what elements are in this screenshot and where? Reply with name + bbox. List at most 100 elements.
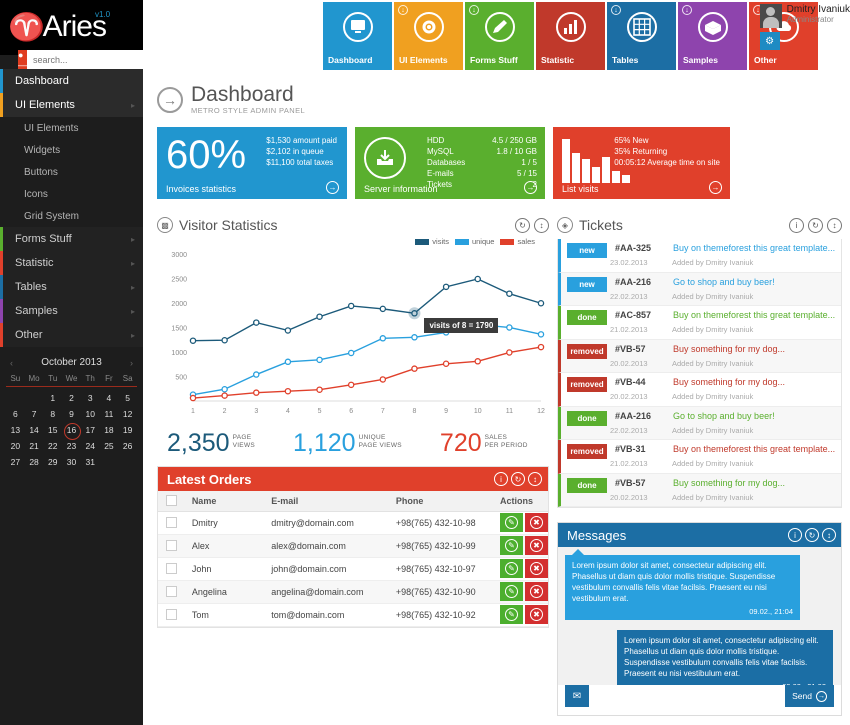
user-profile[interactable]: Dmitry Ivaniuk Administrator ⚙ bbox=[759, 4, 850, 50]
ticket-item[interactable]: removed #VB-31 Buy on themeforest this gre… bbox=[558, 440, 841, 474]
arrow-right-icon[interactable]: → bbox=[709, 181, 722, 194]
visits-widget[interactable]: 65% New 35% Returning 00:05:12 Average t… bbox=[553, 127, 730, 199]
calendar-day[interactable]: 23 bbox=[62, 438, 81, 454]
sidebar-item-ui-elements[interactable]: UI Elements ▸ bbox=[0, 93, 143, 117]
table-row[interactable]: Alex alex@domain.com +98(765) 432-10-99 ✎ ✖ bbox=[158, 534, 548, 558]
ticket-item[interactable]: new #AA-325 Buy on themeforest this great … bbox=[558, 239, 841, 273]
delete-row-button[interactable]: ✖ bbox=[525, 582, 548, 601]
message-input[interactable] bbox=[589, 685, 786, 707]
edit-row-button[interactable]: ✎ bbox=[500, 513, 523, 532]
sidebar-item-dashboard[interactable]: Dashboard bbox=[0, 69, 143, 93]
delete-row-button[interactable]: ✖ bbox=[525, 559, 548, 578]
sidebar-item-samples[interactable]: Samples ▸ bbox=[0, 299, 143, 323]
settings-gear-icon[interactable]: ⚙ bbox=[759, 32, 780, 50]
calendar-next-button[interactable]: › bbox=[130, 358, 133, 368]
calendar-day[interactable]: 13 bbox=[6, 422, 25, 438]
calendar-day[interactable]: 28 bbox=[25, 454, 44, 470]
sidebar-subitem-widgets[interactable]: Widgets bbox=[0, 139, 143, 161]
refresh-icon[interactable]: ↻ bbox=[808, 217, 823, 233]
info-icon[interactable]: i bbox=[788, 528, 802, 542]
select-all-checkbox[interactable] bbox=[166, 495, 177, 507]
ticket-item[interactable]: done #AC-857 Buy on themeforest this great… bbox=[558, 306, 841, 340]
send-button[interactable]: Send → bbox=[785, 685, 834, 707]
edit-row-button[interactable]: ✎ bbox=[500, 582, 523, 601]
ticket-text[interactable]: Buy something for my dog... bbox=[673, 478, 785, 488]
calendar-day[interactable]: 18 bbox=[100, 422, 119, 438]
info-icon[interactable]: i bbox=[789, 217, 804, 233]
ticket-text[interactable]: Buy on themeforest this great template..… bbox=[673, 243, 835, 253]
refresh-icon[interactable]: ↻ bbox=[511, 472, 525, 486]
calendar-day[interactable]: 12 bbox=[118, 406, 137, 422]
ticket-text[interactable]: Go to shop and buy beer! bbox=[673, 277, 775, 287]
ticket-item[interactable]: removed #VB-44 Buy something for my dog...… bbox=[558, 373, 841, 407]
sidebar-item-tables[interactable]: Tables ▸ bbox=[0, 275, 143, 299]
calendar-prev-button[interactable]: ‹ bbox=[10, 358, 13, 368]
sidebar-item-forms-stuff[interactable]: Forms Stuff ▸ bbox=[0, 227, 143, 251]
collapse-icon[interactable]: ↕ bbox=[528, 472, 542, 486]
delete-row-button[interactable]: ✖ bbox=[525, 605, 548, 624]
ticket-text[interactable]: Buy something for my dog... bbox=[673, 377, 785, 387]
search-icon[interactable]: ●— bbox=[18, 50, 27, 70]
table-row[interactable]: Angelina angelina@domain.com +98(765) 432-… bbox=[158, 580, 548, 604]
calendar-day[interactable]: 24 bbox=[81, 438, 100, 454]
edit-row-button[interactable]: ✎ bbox=[500, 559, 523, 578]
top-tile-statistic[interactable]: Statistic bbox=[536, 2, 605, 70]
calendar-day[interactable]: 17 bbox=[81, 422, 100, 438]
sidebar-subitem-grid-system[interactable]: Grid System bbox=[0, 205, 143, 227]
search-input[interactable] bbox=[27, 50, 156, 70]
sidebar-item-other[interactable]: Other ▸ bbox=[0, 323, 143, 347]
ticket-item[interactable]: done #AA-216 Go to shop and buy beer! 22.02… bbox=[558, 406, 841, 440]
ticket-text[interactable]: Go to shop and buy beer! bbox=[673, 411, 775, 421]
calendar-day[interactable]: 1 bbox=[43, 390, 62, 406]
row-checkbox[interactable] bbox=[166, 540, 177, 551]
top-tile-samples[interactable]: ↓ Samples bbox=[678, 2, 747, 70]
calendar-day[interactable]: 8 bbox=[43, 406, 62, 422]
invoices-widget[interactable]: 60% $1,530 amount paid $2,102 in queue $… bbox=[157, 127, 347, 199]
row-checkbox[interactable] bbox=[166, 517, 177, 528]
ticket-item[interactable]: done #VB-57 Buy something for my dog... 20.… bbox=[558, 473, 841, 507]
row-checkbox[interactable] bbox=[166, 609, 177, 620]
collapse-icon[interactable]: ↕ bbox=[822, 528, 836, 542]
calendar-day[interactable]: 21 bbox=[25, 438, 44, 454]
edit-row-button[interactable]: ✎ bbox=[500, 605, 523, 624]
calendar-day[interactable]: 6 bbox=[6, 406, 25, 422]
server-widget[interactable]: HDD 4.5 / 250 GB MySQL 1.8 / 10 GB Databas… bbox=[355, 127, 545, 199]
delete-row-button[interactable]: ✖ bbox=[525, 513, 548, 532]
sidebar-subitem-buttons[interactable]: Buttons bbox=[0, 161, 143, 183]
calendar-day[interactable]: 7 bbox=[25, 406, 44, 422]
ticket-text[interactable]: Buy something for my dog... bbox=[673, 344, 785, 354]
calendar-day[interactable]: 29 bbox=[43, 454, 62, 470]
arrow-right-icon[interactable]: → bbox=[326, 181, 339, 194]
sidebar-subitem-ui-elements[interactable]: UI Elements bbox=[0, 117, 143, 139]
ticket-text[interactable]: Buy on themeforest this great template..… bbox=[673, 444, 835, 454]
calendar-day[interactable]: 3 bbox=[81, 390, 100, 406]
calendar-day[interactable]: 30 bbox=[62, 454, 81, 470]
collapse-icon[interactable]: ↕ bbox=[827, 217, 842, 233]
envelope-icon[interactable]: ✉ bbox=[565, 685, 589, 707]
table-row[interactable]: Tom tom@domain.com +98(765) 432-10-92 ✎ ✖ bbox=[158, 603, 548, 627]
calendar-day[interactable]: 15 bbox=[43, 422, 62, 438]
refresh-icon[interactable]: ↻ bbox=[805, 528, 819, 542]
calendar-day[interactable]: 10 bbox=[81, 406, 100, 422]
calendar-day[interactable]: 14 bbox=[25, 422, 44, 438]
calendar-day[interactable]: 4 bbox=[100, 390, 119, 406]
calendar-day[interactable]: 16 bbox=[62, 422, 81, 440]
row-checkbox[interactable] bbox=[166, 563, 177, 574]
visitor-chart[interactable]: 500 1000 1500 2000 2500 3000 1 2 3 4 5 6 7 8 9 10 11 12 v… bbox=[157, 248, 549, 423]
info-icon[interactable]: i bbox=[494, 472, 508, 486]
calendar-day[interactable]: 25 bbox=[100, 438, 119, 454]
calendar-day[interactable]: 2 bbox=[62, 390, 81, 406]
edit-row-button[interactable]: ✎ bbox=[500, 536, 523, 555]
delete-row-button[interactable]: ✖ bbox=[525, 536, 548, 555]
calendar-day[interactable]: 22 bbox=[43, 438, 62, 454]
calendar-day[interactable]: 20 bbox=[6, 438, 25, 454]
refresh-icon[interactable]: ↻ bbox=[515, 217, 530, 233]
top-tile-ui-elements[interactable]: ↓ UI Elements bbox=[394, 2, 463, 70]
arrow-right-icon[interactable]: → bbox=[524, 181, 537, 194]
calendar-day[interactable]: 9 bbox=[62, 406, 81, 422]
sidebar-subitem-icons[interactable]: Icons bbox=[0, 183, 143, 205]
ticket-item[interactable]: removed #VB-57 Buy something for my dog...… bbox=[558, 339, 841, 373]
calendar-day[interactable]: 26 bbox=[118, 438, 137, 454]
top-tile-forms-stuff[interactable]: ↓ Forms Stuff bbox=[465, 2, 534, 70]
calendar-day[interactable]: 27 bbox=[6, 454, 25, 470]
